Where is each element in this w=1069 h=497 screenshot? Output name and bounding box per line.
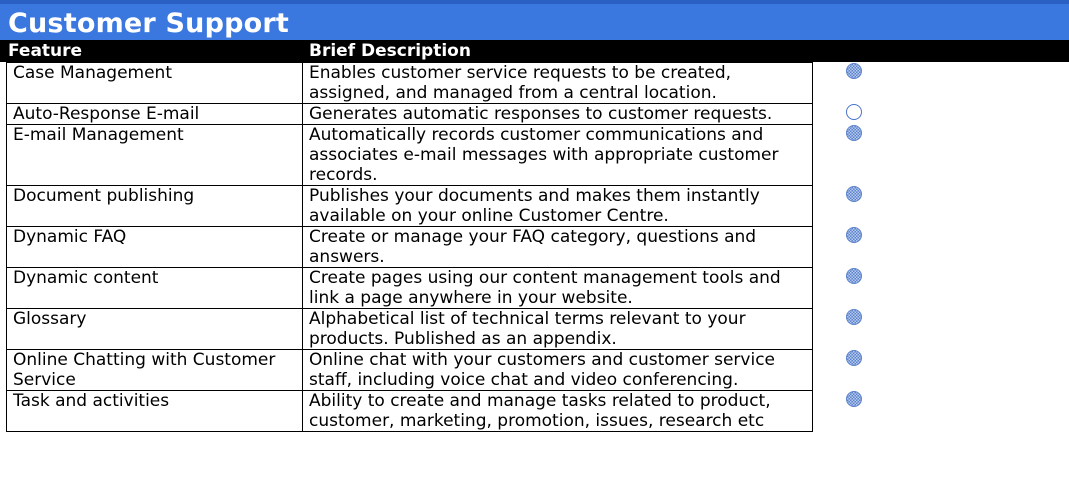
mark-cell (813, 226, 1068, 268)
table-row: Auto-Response E-mail Generates automatic… (6, 103, 1068, 125)
filled-circle-icon (846, 267, 862, 284)
mark-cell (813, 124, 1068, 186)
table-row: Dynamic FAQ Create or manage your FAQ ca… (6, 226, 1068, 268)
page-title: Customer Support (8, 8, 290, 39)
empty-circle-icon (846, 103, 862, 120)
description-cell: Automatically records customer communica… (302, 124, 813, 186)
feature-cell: Dynamic content (6, 267, 303, 309)
description-cell: Create or manage your FAQ category, ques… (302, 226, 813, 268)
feature-cell: Auto-Response E-mail (6, 103, 303, 125)
filled-circle-icon (846, 308, 862, 325)
mark-cell (813, 103, 1068, 125)
table-row: Case Management Enables customer service… (6, 62, 1068, 104)
table-row: Document publishing Publishes your docum… (6, 185, 1068, 227)
description-cell: Alphabetical list of technical terms rel… (302, 308, 813, 350)
feature-cell: Document publishing (6, 185, 303, 227)
feature-cell: Dynamic FAQ (6, 226, 303, 268)
feature-cell: Glossary (6, 308, 303, 350)
description-cell: Generates automatic responses to custome… (302, 103, 813, 125)
description-cell: Publishes your documents and makes them … (302, 185, 813, 227)
filled-circle-icon (846, 390, 862, 407)
filled-circle-icon (846, 226, 862, 243)
mark-cell (813, 185, 1068, 227)
filled-circle-icon (846, 62, 862, 79)
mark-cell (813, 390, 1068, 432)
mark-cell (813, 62, 1068, 104)
description-cell: Ability to create and manage tasks relat… (302, 390, 813, 432)
mark-cell (813, 308, 1068, 350)
feature-cell: Online Chatting with Customer Service (6, 349, 303, 391)
description-cell: Enables customer service requests to be … (302, 62, 813, 104)
filled-circle-icon (846, 185, 862, 202)
feature-table: Case Management Enables customer service… (6, 62, 1068, 432)
table-row: Task and activities Ability to create an… (6, 390, 1068, 432)
filled-circle-icon (846, 124, 862, 141)
mark-cell (813, 349, 1068, 391)
table-row: Glossary Alphabetical list of technical … (6, 308, 1068, 350)
mark-cell (813, 267, 1068, 309)
feature-cell: E-mail Management (6, 124, 303, 186)
table-row: E-mail Management Automatically records … (6, 124, 1068, 186)
header-feature: Feature (8, 41, 83, 61)
description-cell: Online chat with your customers and cust… (302, 349, 813, 391)
header-description: Brief Description (309, 41, 471, 61)
table-row: Online Chatting with Customer Service On… (6, 349, 1068, 391)
table-header: Feature Brief Description (0, 40, 1069, 62)
table-row: Dynamic content Create pages using our c… (6, 267, 1068, 309)
description-cell: Create pages using our content managemen… (302, 267, 813, 309)
feature-cell: Case Management (6, 62, 303, 104)
filled-circle-icon (846, 349, 862, 366)
title-bar: Customer Support (0, 0, 1069, 40)
feature-cell: Task and activities (6, 390, 303, 432)
